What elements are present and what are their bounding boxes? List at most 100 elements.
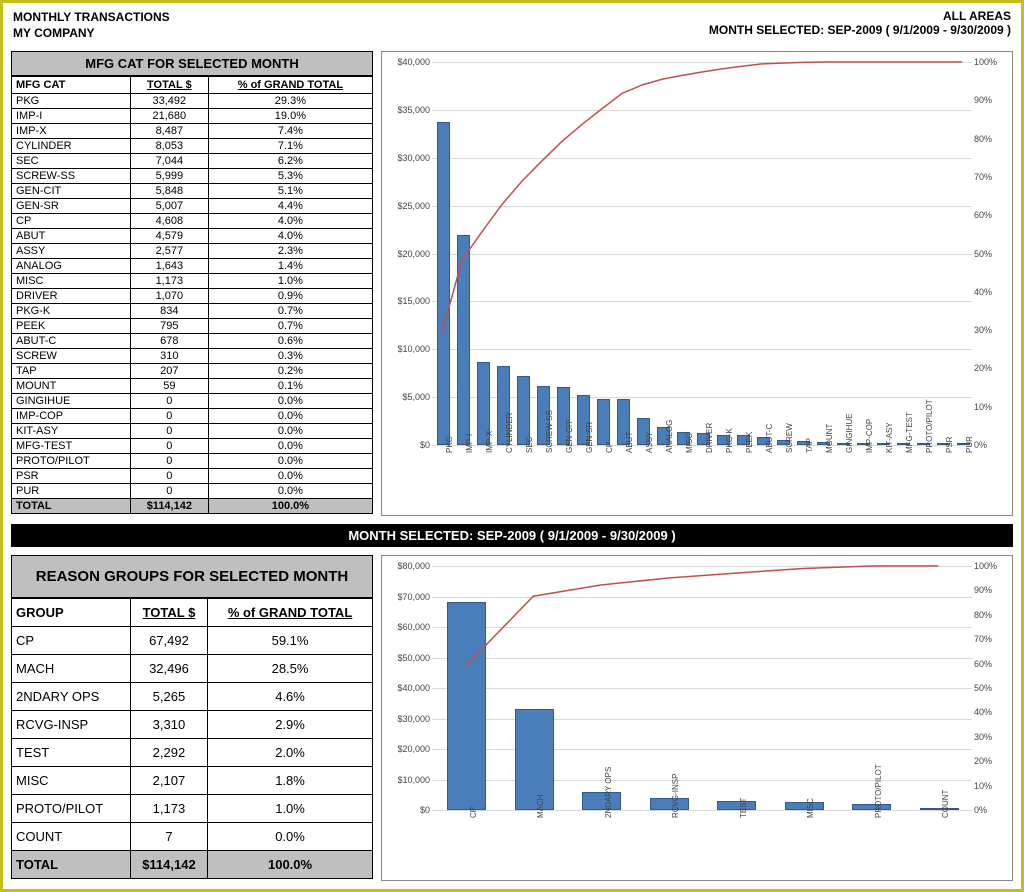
table-row: ABUT4,5794.0% bbox=[12, 229, 373, 244]
cell: 2,107 bbox=[130, 767, 207, 795]
cell: PEEK bbox=[12, 319, 131, 334]
col-pct: % of GRAND TOTAL bbox=[208, 77, 372, 94]
reason-table-wrap: REASON GROUPS FOR SELECTED MONTH GROUP T… bbox=[11, 555, 373, 881]
cell: 0 bbox=[130, 424, 208, 439]
y-right-tick: 0% bbox=[972, 440, 987, 450]
table-row: KIT-ASY00.0% bbox=[12, 424, 373, 439]
cell: 4.0% bbox=[208, 229, 372, 244]
cell: 59.1% bbox=[208, 627, 373, 655]
cell: 3,310 bbox=[130, 711, 207, 739]
total-row: TOTAL$114,142100.0% bbox=[12, 851, 373, 879]
y-right-tick: 90% bbox=[972, 95, 992, 105]
cell: 1.4% bbox=[208, 259, 372, 274]
y-left-tick: $20,000 bbox=[397, 744, 432, 754]
cell: 0.0% bbox=[208, 469, 372, 484]
y-left-tick: $70,000 bbox=[397, 592, 432, 602]
cell: PUR bbox=[12, 484, 131, 499]
cell: 0 bbox=[130, 394, 208, 409]
cell: 1,173 bbox=[130, 274, 208, 289]
y-right-tick: 10% bbox=[972, 781, 992, 791]
col-group: GROUP bbox=[12, 599, 131, 627]
table-row: PKG33,49229.3% bbox=[12, 94, 373, 109]
cell: 2,577 bbox=[130, 244, 208, 259]
cell: 7,044 bbox=[130, 154, 208, 169]
cell: CYLINDER bbox=[12, 139, 131, 154]
cell: GINGIHUE bbox=[12, 394, 131, 409]
cell: 310 bbox=[130, 349, 208, 364]
cell: 2NDARY OPS bbox=[12, 683, 131, 711]
y-left-tick: $35,000 bbox=[397, 105, 432, 115]
y-right-tick: 70% bbox=[972, 634, 992, 644]
y-right-tick: 40% bbox=[972, 707, 992, 717]
reason-groups-pareto-chart: $0$10,000$20,000$30,000$40,000$50,000$60… bbox=[381, 555, 1013, 881]
cell: COUNT bbox=[12, 823, 131, 851]
cell: 0.7% bbox=[208, 304, 372, 319]
cell: 678 bbox=[130, 334, 208, 349]
y-right-tick: 40% bbox=[972, 287, 992, 297]
y-left-tick: $40,000 bbox=[397, 683, 432, 693]
cell: PSR bbox=[12, 469, 131, 484]
table-row: PROTO/PILOT00.0% bbox=[12, 454, 373, 469]
cell: CP bbox=[12, 627, 131, 655]
total-cell: TOTAL bbox=[12, 499, 131, 514]
y-left-tick: $20,000 bbox=[397, 249, 432, 259]
cell: 0.0% bbox=[208, 409, 372, 424]
cell: 7 bbox=[130, 823, 207, 851]
cell: 834 bbox=[130, 304, 208, 319]
y-right-tick: 100% bbox=[972, 561, 997, 571]
cell: 4.0% bbox=[208, 214, 372, 229]
cell: SCREW bbox=[12, 349, 131, 364]
y-left-tick: $30,000 bbox=[397, 153, 432, 163]
y-left-tick: $50,000 bbox=[397, 653, 432, 663]
y-left-tick: $5,000 bbox=[402, 392, 432, 402]
mfg-cat-table: MFG CAT FOR SELECTED MONTH MFG CAT TOTAL… bbox=[11, 51, 373, 514]
cell: 19.0% bbox=[208, 109, 372, 124]
y-left-tick: $60,000 bbox=[397, 622, 432, 632]
lower-panel: REASON GROUPS FOR SELECTED MONTH GROUP T… bbox=[3, 547, 1021, 889]
y-right-tick: 20% bbox=[972, 756, 992, 766]
cell: MOUNT bbox=[12, 379, 131, 394]
cell: ABUT bbox=[12, 229, 131, 244]
y-left-tick: $30,000 bbox=[397, 714, 432, 724]
cell: 7.4% bbox=[208, 124, 372, 139]
table-row: MISC1,1731.0% bbox=[12, 274, 373, 289]
table-row: DRIVER1,0700.9% bbox=[12, 289, 373, 304]
table-row: SCREW-SS5,9995.3% bbox=[12, 169, 373, 184]
cell: MISC bbox=[12, 767, 131, 795]
cell: 59 bbox=[130, 379, 208, 394]
table-row: GEN-CIT5,8485.1% bbox=[12, 184, 373, 199]
y-left-tick: $15,000 bbox=[397, 296, 432, 306]
table-row: IMP-I21,68019.0% bbox=[12, 109, 373, 124]
cell: 5,999 bbox=[130, 169, 208, 184]
table-row: MISC2,1071.8% bbox=[12, 767, 373, 795]
table-row: GEN-SR5,0074.4% bbox=[12, 199, 373, 214]
table-row: MFG-TEST00.0% bbox=[12, 439, 373, 454]
y-left-tick: $10,000 bbox=[397, 775, 432, 785]
y-right-tick: 100% bbox=[972, 57, 997, 67]
cell: CP bbox=[12, 214, 131, 229]
y-right-tick: 0% bbox=[972, 805, 987, 815]
cell: 0 bbox=[130, 409, 208, 424]
total-cell: 100.0% bbox=[208, 851, 373, 879]
cell: 0 bbox=[130, 454, 208, 469]
table-row: ASSY2,5772.3% bbox=[12, 244, 373, 259]
cell: 5.3% bbox=[208, 169, 372, 184]
page: MONTHLY TRANSACTIONS MY COMPANY ALL AREA… bbox=[0, 0, 1024, 892]
cell: 1,173 bbox=[130, 795, 207, 823]
table-row: TAP2070.2% bbox=[12, 364, 373, 379]
cell: 6.2% bbox=[208, 154, 372, 169]
cell: DRIVER bbox=[12, 289, 131, 304]
y-left-tick: $0 bbox=[420, 440, 432, 450]
title-line1: MONTHLY TRANSACTIONS bbox=[13, 9, 170, 25]
cumulative-line bbox=[466, 566, 939, 666]
cell: MISC bbox=[12, 274, 131, 289]
cell: 33,492 bbox=[130, 94, 208, 109]
cell: 28.5% bbox=[208, 655, 373, 683]
cell: 0.9% bbox=[208, 289, 372, 304]
cell: 21,680 bbox=[130, 109, 208, 124]
cell: 5.1% bbox=[208, 184, 372, 199]
table-row: PROTO/PILOT1,1731.0% bbox=[12, 795, 373, 823]
total-cell: TOTAL bbox=[12, 851, 131, 879]
reason-groups-table: REASON GROUPS FOR SELECTED MONTH GROUP T… bbox=[11, 555, 373, 879]
cell: 4.6% bbox=[208, 683, 373, 711]
